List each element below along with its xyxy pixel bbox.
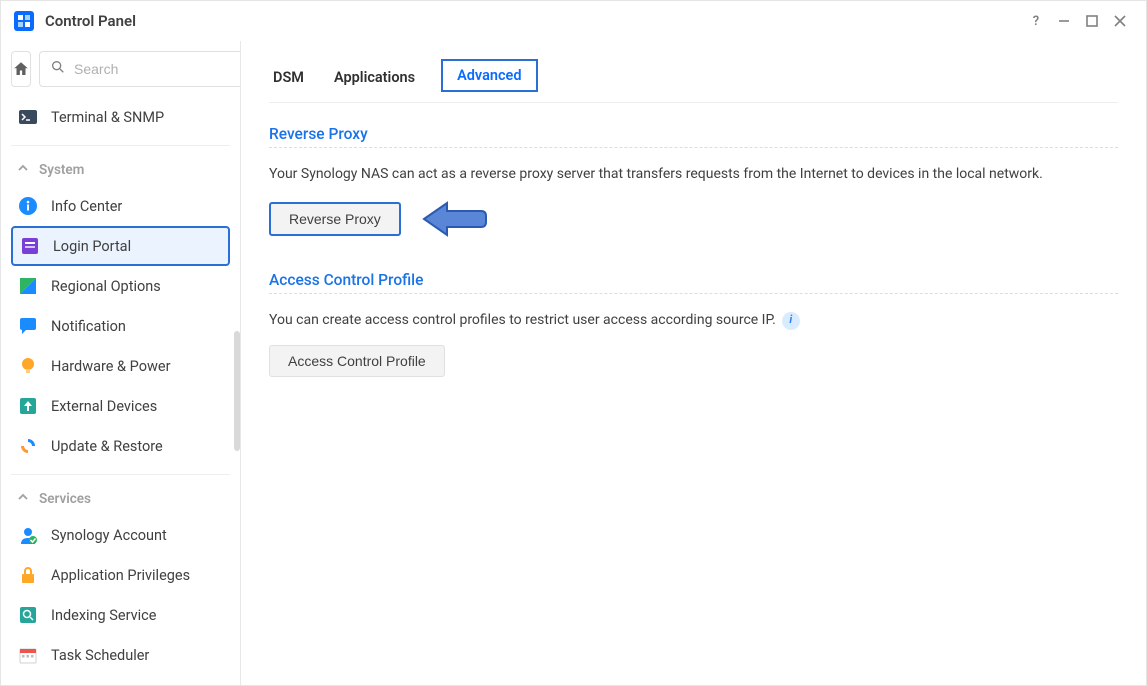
sidebar-item-label: Synology Account — [51, 527, 167, 544]
sidebar-item-login-portal[interactable]: Login Portal — [11, 226, 230, 266]
globe-icon — [17, 275, 39, 297]
tab-dsm[interactable]: DSM — [269, 61, 308, 100]
bulb-icon — [17, 355, 39, 377]
chevron-up-icon — [17, 162, 29, 178]
minimize-button[interactable] — [1050, 7, 1078, 35]
main-content: DSM Applications Advanced Reverse Proxy … — [241, 41, 1146, 685]
sidebar-item-update-restore[interactable]: Update & Restore — [11, 426, 230, 466]
reverse-proxy-button[interactable]: Reverse Proxy — [269, 202, 401, 236]
group-label: Services — [39, 491, 91, 507]
sidebar-item-label: Info Center — [51, 198, 122, 215]
divider — [269, 293, 1118, 294]
sidebar-item-task-scheduler[interactable]: Task Scheduler — [11, 635, 230, 675]
sidebar-item-label: Terminal & SNMP — [51, 109, 164, 126]
sidebar-item-label: Task Scheduler — [51, 647, 149, 664]
refresh-icon — [17, 435, 39, 457]
tabs: DSM Applications Advanced — [269, 59, 1118, 103]
sidebar-item-label: Update & Restore — [51, 438, 163, 455]
section-desc: You can create access control profiles t… — [269, 310, 1118, 331]
section-access-control: Access Control Profile You can create ac… — [269, 271, 1118, 377]
sidebar-item-indexing[interactable]: Indexing Service — [11, 595, 230, 635]
home-button[interactable] — [11, 51, 31, 87]
help-button[interactable]: ? — [1022, 7, 1050, 35]
account-icon — [17, 524, 39, 546]
maximize-button[interactable] — [1078, 7, 1106, 35]
sidebar-item-label: Login Portal — [53, 238, 131, 255]
sidebar-item-info-center[interactable]: Info Center — [11, 186, 230, 226]
sidebar-item-label: Application Privileges — [51, 567, 190, 584]
terminal-icon — [17, 106, 39, 128]
info-icon[interactable]: i — [782, 312, 800, 330]
search-index-icon — [17, 604, 39, 626]
search-icon — [50, 59, 66, 79]
tab-applications[interactable]: Applications — [330, 61, 419, 100]
svg-text:?: ? — [1033, 14, 1039, 28]
sidebar-item-notification[interactable]: Notification — [11, 306, 230, 346]
divider — [269, 147, 1118, 148]
sidebar-item-label: Notification — [51, 318, 126, 335]
sidebar-item-synology-account[interactable]: Synology Account — [11, 515, 230, 555]
section-title: Access Control Profile — [269, 271, 1118, 289]
sidebar: Terminal & SNMP System Info Center Login… — [1, 41, 241, 685]
close-button[interactable] — [1106, 7, 1134, 35]
titlebar: Control Panel ? — [1, 1, 1146, 41]
section-reverse-proxy: Reverse Proxy Your Synology NAS can act … — [269, 125, 1118, 239]
search-box[interactable] — [39, 51, 241, 87]
sidebar-item-app-privileges[interactable]: Application Privileges — [11, 555, 230, 595]
chevron-up-icon — [17, 491, 29, 507]
app-icon — [13, 10, 35, 32]
group-header-system[interactable]: System — [11, 154, 230, 186]
upload-icon — [17, 395, 39, 417]
sidebar-item-label: External Devices — [51, 398, 157, 415]
window: Control Panel ? Terminal & SNMP — [0, 0, 1147, 686]
search-input[interactable] — [74, 61, 241, 77]
sidebar-item-label: Regional Options — [51, 278, 161, 295]
section-desc: Your Synology NAS can act as a reverse p… — [269, 164, 1118, 185]
sidebar-item-label: Hardware & Power — [51, 358, 170, 375]
sidebar-item-external-devices[interactable]: External Devices — [11, 386, 230, 426]
section-title: Reverse Proxy — [269, 125, 1118, 143]
attention-arrow-icon — [419, 199, 489, 239]
chat-icon — [17, 315, 39, 337]
sidebar-item-hardware[interactable]: Hardware & Power — [11, 346, 230, 386]
divider — [11, 474, 230, 475]
sidebar-item-regional[interactable]: Regional Options — [11, 266, 230, 306]
calendar-icon — [17, 644, 39, 666]
info-icon — [17, 195, 39, 217]
divider — [11, 145, 230, 146]
window-title: Control Panel — [45, 12, 136, 30]
group-label: System — [39, 162, 84, 178]
lock-icon — [17, 564, 39, 586]
sidebar-item-label: Indexing Service — [51, 607, 156, 624]
access-control-profile-button[interactable]: Access Control Profile — [269, 345, 445, 377]
tab-advanced[interactable]: Advanced — [441, 59, 537, 92]
group-header-services[interactable]: Services — [11, 483, 230, 515]
portal-icon — [19, 235, 41, 257]
sidebar-item-terminal-snmp[interactable]: Terminal & SNMP — [11, 97, 230, 137]
